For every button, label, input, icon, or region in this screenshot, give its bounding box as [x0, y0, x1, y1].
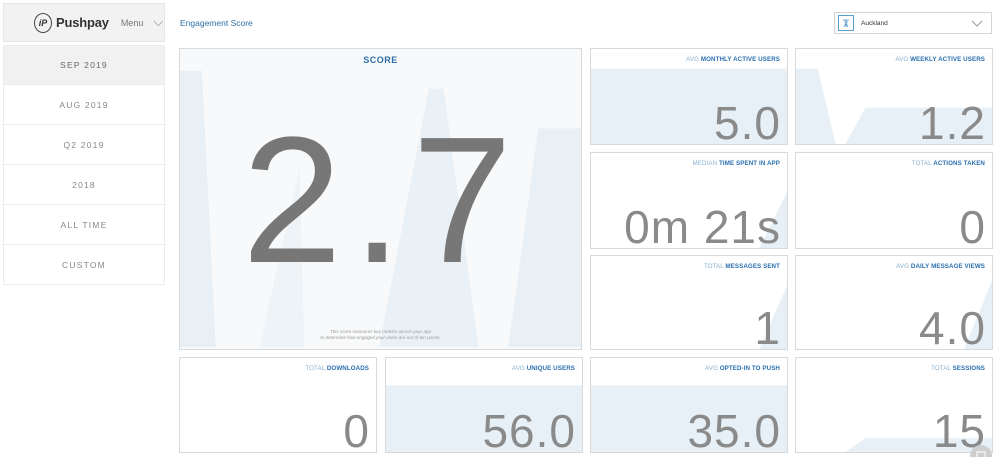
location-value: Auckland: [861, 19, 888, 27]
metric-tile-actions-taken: TOTAL ACTIONS TAKEN 0: [795, 152, 993, 249]
metric-name: UNIQUE USERS: [526, 365, 575, 372]
metric-value: 5.0: [714, 97, 781, 145]
metric-tile-sessions: TOTAL SESSIONS 15: [795, 357, 993, 453]
metric-name: DAILY MESSAGE VIEWS: [910, 263, 985, 270]
metric-prefix: TOTAL: [703, 263, 724, 270]
sidebar: iP Pushpay Menu SEP 2019 AUG 2019 Q2 201…: [0, 0, 168, 457]
metric-name: WEEKLY ACTIVE USERS: [910, 56, 985, 63]
metric-tile-opted-in-to-push: AVG OPTED-IN TO PUSH 35.0: [590, 357, 788, 453]
metric-name: SESSIONS: [952, 365, 985, 372]
metric-label: TOTAL SESSIONS: [931, 365, 985, 372]
metric-name: MESSAGES SENT: [725, 263, 780, 270]
metric-tile-downloads: TOTAL DOWNLOADS 0: [179, 357, 377, 453]
score-note: This score measures key metrics across y…: [180, 329, 581, 341]
score-title: SCORE: [363, 55, 398, 65]
metric-prefix: TOTAL: [911, 160, 932, 167]
brand-menu-button[interactable]: iP Pushpay Menu: [3, 3, 165, 42]
metric-label: AVG WEEKLY ACTIVE USERS: [895, 56, 985, 63]
metric-prefix: TOTAL: [305, 365, 326, 372]
period-custom[interactable]: CUSTOM: [3, 245, 165, 285]
metric-name: MONTHLY ACTIVE USERS: [700, 56, 780, 63]
score-note-line-2: to determine how engaged your users are …: [320, 335, 441, 341]
metric-label: TOTAL MESSAGES SENT: [704, 263, 780, 270]
metric-prefix: TOTAL: [931, 365, 951, 372]
period-q2-2019[interactable]: Q2 2019: [3, 125, 165, 165]
period-2018[interactable]: 2018: [3, 165, 165, 205]
metric-label: MEDIAN TIME SPENT IN APP: [693, 160, 780, 167]
period-sep-2019[interactable]: SEP 2019: [3, 45, 165, 85]
metric-label: AVG DAILY MESSAGE VIEWS: [896, 263, 985, 270]
metric-tile-time-spent: MEDIAN TIME SPENT IN APP 0m 21s: [590, 152, 788, 249]
metric-value: 4.0: [919, 302, 986, 350]
metric-value: 56.0: [482, 405, 576, 453]
chat-icon: [976, 451, 986, 457]
metric-name: DOWNLOADS: [326, 365, 369, 372]
metric-label: AVG MONTHLY ACTIVE USERS: [686, 56, 780, 63]
brand-name: Pushpay: [56, 15, 109, 30]
pushpay-logo-icon: iP: [34, 12, 53, 33]
period-list: SEP 2019 AUG 2019 Q2 2019 2018 ALL TIME …: [3, 45, 165, 285]
metric-tile-weekly-active-users: AVG WEEKLY ACTIVE USERS 1.2: [795, 48, 993, 145]
metric-prefix: AVG: [895, 56, 909, 63]
metric-prefix: MEDIAN: [692, 160, 718, 167]
metric-value: 0m 21s: [624, 201, 781, 249]
metric-label: AVG UNIQUE USERS: [512, 365, 575, 372]
metric-value: 0: [343, 405, 370, 453]
score-tile: SCORE 2.7 This score measures key metric…: [179, 48, 582, 350]
period-aug-2019[interactable]: AUG 2019: [3, 85, 165, 125]
page-title: Engagement Score: [180, 18, 253, 28]
chevron-down-icon: [153, 20, 164, 26]
chevron-down-icon: [971, 20, 983, 27]
metric-value: 35.0: [687, 405, 781, 453]
metric-prefix: AVG: [704, 365, 718, 372]
menu-label: Menu: [120, 17, 144, 28]
metric-tile-unique-users: AVG UNIQUE USERS 56.0: [385, 357, 583, 453]
metric-label: AVG OPTED-IN TO PUSH: [705, 365, 780, 372]
location-tower-icon: [838, 15, 854, 31]
metric-tile-messages-sent: TOTAL MESSAGES SENT 1: [590, 255, 788, 350]
metric-tile-monthly-active-users: AVG MONTHLY ACTIVE USERS 5.0: [590, 48, 788, 145]
score-value: 2.7: [242, 100, 523, 301]
location-select[interactable]: Auckland: [834, 12, 992, 34]
metric-value: 1.2: [919, 97, 986, 145]
metric-label: TOTAL DOWNLOADS: [305, 365, 369, 372]
metric-prefix: AVG: [686, 56, 700, 63]
metric-name: TIME SPENT IN APP: [719, 160, 780, 167]
metric-value: 1: [754, 302, 781, 350]
metric-value: 0: [959, 201, 986, 249]
metric-prefix: AVG: [511, 365, 525, 372]
metric-label: TOTAL ACTIONS TAKEN: [912, 160, 985, 167]
metric-name: OPTED-IN TO PUSH: [719, 365, 780, 372]
period-all-time[interactable]: ALL TIME: [3, 205, 165, 245]
metric-tile-daily-message-views: AVG DAILY MESSAGE VIEWS 4.0: [795, 255, 993, 350]
metric-prefix: AVG: [896, 263, 910, 270]
metric-name: ACTIONS TAKEN: [933, 160, 985, 167]
